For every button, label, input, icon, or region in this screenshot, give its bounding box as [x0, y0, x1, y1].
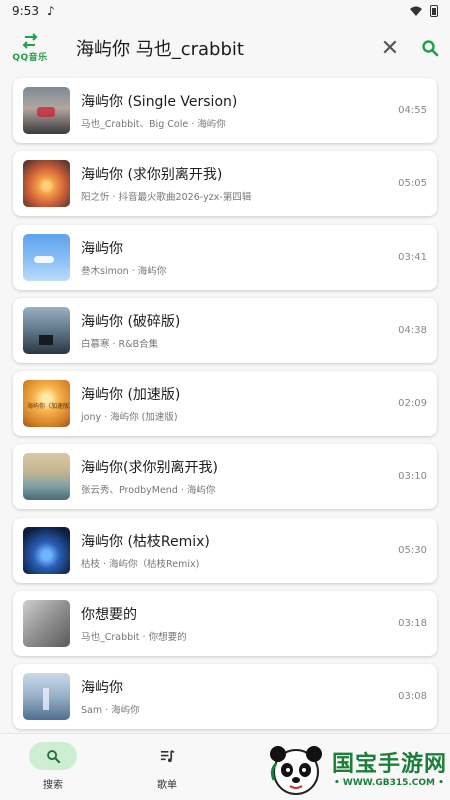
- song-card[interactable]: 你想要的 马也_Crabbit · 你想要的 03:18: [13, 591, 437, 657]
- song-duration: 03:18: [398, 618, 427, 630]
- swap-arrows-icon: [22, 33, 38, 49]
- song-info: 海屿你 叁木simon · 海屿你: [81, 238, 390, 277]
- qq-music-logo[interactable]: QQ音乐: [0, 33, 60, 63]
- search-submit-button[interactable]: [410, 28, 450, 68]
- song-title: 海屿你 (破碎版): [81, 313, 181, 330]
- nav-tab-search[interactable]: 搜索: [13, 742, 93, 791]
- tab-icon-wrap: [143, 742, 191, 770]
- song-subtitle: 马也_Crabbit · 你想要的: [81, 632, 187, 644]
- song-info: 海屿你(求你别离开我) 张云秀、ProdbyMend · 海屿你: [81, 457, 390, 496]
- song-title: 海屿你: [81, 680, 123, 697]
- song-subtitle: 叁木simon · 海屿你: [81, 265, 167, 277]
- song-info: 海屿你 Sam · 海屿你: [81, 677, 390, 716]
- song-duration: 04:55: [398, 105, 427, 116]
- music-note-icon: ♪: [46, 4, 55, 18]
- search-query-text[interactable]: 海屿你 马也_crabbit: [76, 35, 370, 61]
- song-info: 海屿你 (破碎版) 白慕寒 · R&B合集: [81, 311, 390, 350]
- song-card[interactable]: 海屿你 (破碎版) 白慕寒 · R&B合集 04:38: [13, 297, 437, 363]
- song-title: 海屿你 (求你别离开我): [81, 167, 223, 184]
- song-info: 海屿你 (加速版) jony · 海屿你 (加速版): [81, 384, 390, 423]
- song-list: 海屿你 (Single Version) 马也_Crabbit、Big Cole…: [13, 78, 437, 738]
- song-duration: 05:05: [398, 178, 427, 190]
- song-info: 海屿你 (求你别离开我) 阳之忻 · 抖音最火歌曲2026-yzx-第四辑: [81, 164, 390, 203]
- album-cover: [23, 87, 70, 134]
- watermark-brand: 国宝手游网: [332, 752, 448, 777]
- clear-search-button[interactable]: ✕: [370, 28, 410, 68]
- song-card[interactable]: 海屿你 Sam · 海屿你 03:08: [13, 664, 437, 730]
- search-icon: [422, 40, 439, 57]
- song-subtitle: Sam · 海屿你: [81, 705, 140, 717]
- close-icon: ✕: [380, 35, 400, 61]
- song-subtitle: 阳之忻 · 抖音最火歌曲2026-yzx-第四辑: [81, 192, 252, 204]
- status-bar: 9:53 ♪: [0, 0, 450, 22]
- song-subtitle: 张云秀、ProdbyMend · 海屿你: [81, 485, 216, 497]
- active-tab-indicator: [29, 742, 77, 770]
- song-duration: 02:09: [398, 398, 427, 410]
- app-screen: 9:53 ♪ QQ音乐 海屿你 马也_crabbit ✕ 海屿你 (Single…: [0, 0, 450, 800]
- song-subtitle: 白慕寒 · R&B合集: [81, 338, 159, 350]
- status-time: 9:53: [12, 4, 39, 18]
- album-cover: [23, 306, 70, 354]
- nav-label-search: 搜索: [43, 780, 63, 791]
- album-cover: [23, 673, 70, 721]
- song-card[interactable]: 海屿你 叁木simon · 海屿你 03:41: [13, 224, 437, 290]
- song-title: 海屿你 (枯枝Remix): [81, 533, 210, 550]
- site-watermark: 国宝手游网 • WWW.GB315.COM •: [262, 740, 450, 800]
- song-card[interactable]: 海屿你（加速版） 海屿你 (加速版) jony · 海屿你 (加速版) 02:0…: [13, 371, 437, 437]
- logo-label: QQ音乐: [12, 53, 48, 63]
- status-icons: [410, 5, 438, 17]
- song-info: 海屿你 (Single Version) 马也_Crabbit、Big Cole…: [81, 91, 390, 130]
- watermark-url: • WWW.GB315.COM •: [334, 778, 444, 788]
- song-duration: 03:41: [398, 251, 427, 263]
- song-duration: 03:08: [398, 691, 427, 703]
- song-title: 海屿你 (加速版): [81, 387, 181, 404]
- song-duration: 05:30: [398, 544, 427, 556]
- album-cover: 海屿你（加速版）: [23, 380, 70, 428]
- album-cover: [23, 233, 70, 281]
- album-cover: [23, 160, 70, 208]
- panda-logo-icon: [270, 746, 322, 795]
- song-card[interactable]: 海屿你 (求你别离开我) 阳之忻 · 抖音最火歌曲2026-yzx-第四辑 05…: [13, 151, 437, 217]
- search-icon: [46, 749, 60, 763]
- nav-tab-playlist[interactable]: 歌单: [127, 742, 207, 791]
- album-cover: [23, 526, 70, 574]
- battery-icon: [430, 5, 438, 17]
- wifi-icon: [410, 6, 422, 16]
- song-title: 你想要的: [81, 607, 137, 624]
- song-card[interactable]: 海屿你 (Single Version) 马也_Crabbit、Big Cole…: [13, 78, 437, 143]
- song-card[interactable]: 海屿你(求你别离开我) 张云秀、ProdbyMend · 海屿你 03:10: [13, 444, 437, 510]
- song-title: 海屿你: [81, 240, 123, 257]
- song-title: 海屿你 (Single Version): [81, 94, 238, 110]
- song-duration: 03:10: [398, 471, 427, 483]
- song-subtitle: 枯枝 · 海屿你（枯枝Remix): [81, 558, 200, 570]
- song-subtitle: jony · 海屿你 (加速版): [81, 412, 178, 424]
- search-header: QQ音乐 海屿你 马也_crabbit ✕: [0, 24, 450, 72]
- song-info: 你想要的 马也_Crabbit · 你想要的: [81, 604, 390, 643]
- song-title: 海屿你(求你别离开我): [81, 460, 218, 477]
- song-card[interactable]: 海屿你 (枯枝Remix) 枯枝 · 海屿你（枯枝Remix) 05:30: [13, 517, 437, 583]
- song-subtitle: 马也_Crabbit、Big Cole · 海屿你: [81, 119, 226, 130]
- song-info: 海屿你 (枯枝Remix) 枯枝 · 海屿你（枯枝Remix): [81, 531, 390, 570]
- playlist-icon: [160, 749, 174, 762]
- song-duration: 04:38: [398, 324, 427, 336]
- album-cover: [23, 600, 70, 648]
- cover-text: 海屿你（加速版）: [27, 403, 70, 411]
- nav-label-playlist: 歌单: [157, 780, 177, 791]
- album-cover: [23, 453, 70, 501]
